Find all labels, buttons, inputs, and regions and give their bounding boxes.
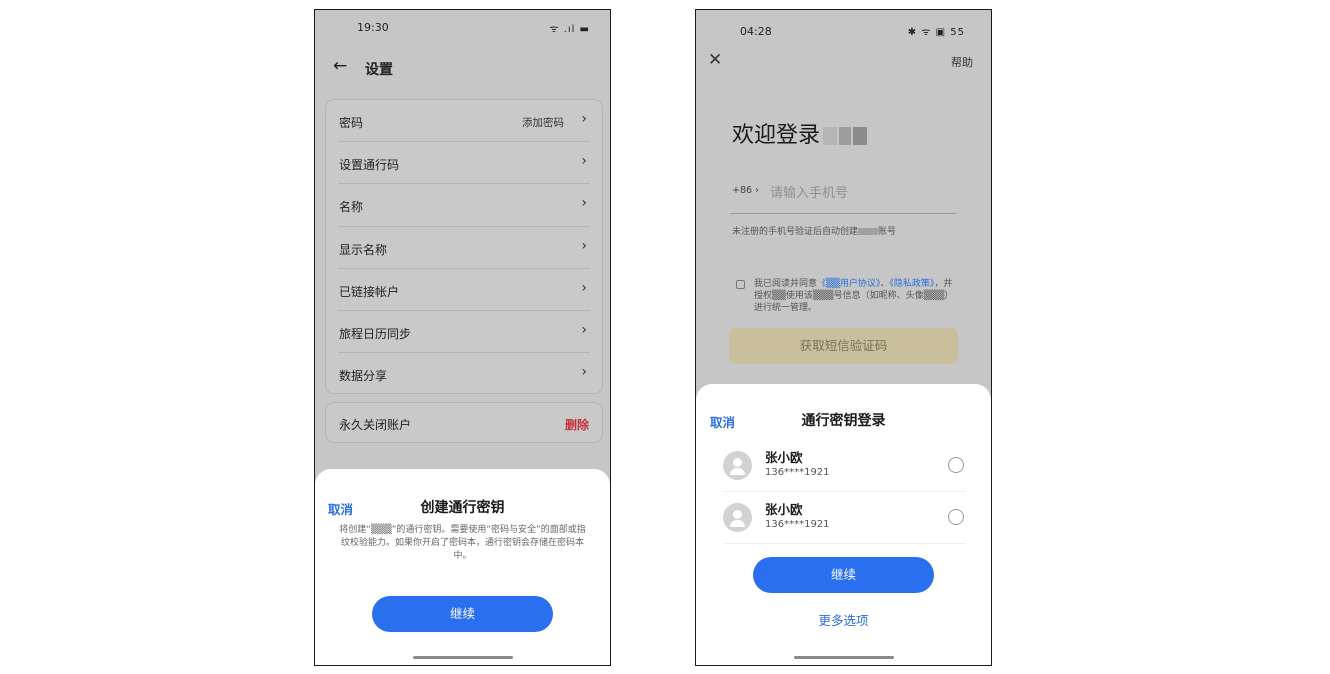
settings-row-label: 密码 — [339, 116, 364, 130]
settings-row-label: 名称 — [339, 200, 364, 215]
more-options-link[interactable]: 更多选项 — [696, 610, 991, 629]
right-phone-screen: 04:28 ✱ ᯤ ▣ 55 ✕ 帮助 欢迎登录 +86 › 请输入手机号 未注… — [695, 9, 992, 666]
account-name: 张小欧 — [765, 502, 803, 517]
redacted-block — [823, 127, 838, 145]
close-icon[interactable]: ✕ — [708, 50, 722, 70]
agreement-checkbox[interactable] — [736, 280, 745, 289]
status-icons: ᯤ .ıl ▬ — [549, 24, 590, 35]
chevron-right-icon: › — [581, 279, 587, 296]
settings-row-name[interactable]: 名称 › — [338, 184, 590, 227]
settings-row-label: 设置通行码 — [339, 158, 400, 173]
help-link[interactable]: 帮助 — [951, 54, 973, 70]
settings-row-label: 已链接帐户 — [339, 284, 400, 299]
get-sms-code-button[interactable]: 获取短信验证码 — [729, 328, 958, 364]
continue-button[interactable]: 继续 — [753, 557, 934, 593]
status-bar: 04:28 ✱ ᯤ ▣ 55 — [696, 10, 991, 44]
avatar-icon — [723, 451, 752, 480]
agreement-plain-text: 我已阅读并同意 — [754, 279, 818, 289]
back-arrow-icon[interactable]: ← — [333, 56, 347, 76]
radio-button[interactable] — [948, 457, 964, 473]
account-option[interactable]: 张小欧 136****1921 — [723, 440, 966, 492]
redacted-block — [858, 228, 879, 235]
account-phone: 136****1921 — [765, 519, 830, 530]
welcome-text: 欢迎登录 — [732, 123, 821, 148]
status-icons: ✱ ᯤ ▣ 55 — [907, 27, 965, 38]
page-title: 设置 — [365, 62, 393, 78]
chevron-right-icon: › — [581, 153, 587, 170]
continue-button[interactable]: 继续 — [372, 596, 553, 632]
close-account-label: 永久关闭账户 — [339, 418, 412, 432]
settings-row-label: 显示名称 — [339, 242, 388, 257]
status-time: 04:28 — [740, 25, 772, 38]
avatar-icon — [723, 503, 752, 532]
settings-row-label: 旅程日历同步 — [339, 326, 412, 341]
phone-input[interactable]: 请输入手机号 — [770, 182, 848, 201]
hint-text: 未注册的手机号验证后自动创建 — [732, 227, 859, 237]
settings-row-passcode[interactable]: 设置通行码 › — [338, 142, 590, 185]
country-code-selector[interactable]: +86 › — [732, 185, 759, 196]
user-agreement-link[interactable]: 《▒▒用户协议》 — [817, 279, 880, 289]
privacy-policy-link[interactable]: 《隐私政策》 — [889, 279, 934, 289]
sheet-title: 创建通行密钥 — [420, 500, 505, 516]
redacted-block — [853, 127, 868, 145]
redacted-block — [839, 127, 852, 145]
chevron-right-icon: › — [581, 364, 587, 381]
left-phone-screen: 19:30 ᯤ .ıl ▬ ← 设置 密码 添加密码 › 设置通行码 › 名称 … — [314, 9, 611, 666]
settings-row-calendar-sync[interactable]: 旅程日历同步 › — [338, 311, 590, 354]
chevron-right-icon: › — [581, 321, 587, 338]
sheet-description: 将创建“▒▒▒”的通行密钥。需要使用“密码与安全”的面部或指纹校验能力。如果你开… — [339, 525, 586, 561]
home-indicator — [793, 656, 894, 659]
settings-row-value: 添加密码 — [522, 117, 564, 129]
hint-text: 账号 — [878, 227, 897, 237]
settings-row-label: 数据分享 — [339, 369, 388, 384]
settings-row-password[interactable]: 密码 添加密码 › — [338, 100, 590, 143]
welcome-title: 欢迎登录 — [732, 117, 868, 149]
status-time: 19:30 — [357, 21, 389, 34]
chevron-right-icon: › — [581, 111, 587, 127]
chevron-right-icon: › — [581, 237, 587, 254]
settings-row-linked-accounts[interactable]: 已链接帐户 › — [338, 269, 590, 311]
home-indicator — [412, 656, 513, 659]
settings-row-data-sharing[interactable]: 数据分享 › — [338, 353, 590, 395]
input-underline — [730, 213, 956, 214]
create-passkey-sheet: 取消 创建通行密钥 将创建“▒▒▒”的通行密钥。需要使用“密码与安全”的面部或指… — [315, 469, 610, 665]
account-phone: 136****1921 — [765, 467, 830, 478]
sheet-title: 通行密钥登录 — [801, 413, 886, 429]
agreement-text: 我已阅读并同意《▒▒用户协议》、《隐私政策》，并授权▒▒使用该▒▒▒号信息（如昵… — [754, 278, 959, 314]
chevron-right-icon: › — [581, 195, 587, 212]
radio-button[interactable] — [948, 509, 964, 525]
register-hint: 未注册的手机号验证后自动创建 账号 — [732, 224, 896, 237]
account-option[interactable]: 张小欧 136****1921 — [723, 492, 966, 544]
close-account-row: 永久关闭账户 删除 — [325, 402, 603, 443]
delete-account-button[interactable]: 删除 — [565, 416, 589, 433]
account-name: 张小欧 — [765, 450, 803, 465]
status-bar: 19:30 ᯤ .ıl ▬ — [315, 10, 610, 44]
passkey-login-sheet: 取消 通行密钥登录 张小欧 136****1921 张小欧 136****192… — [696, 384, 991, 665]
settings-list: 密码 添加密码 › 设置通行码 › 名称 › 显示名称 › 已链接帐户 › 旅程… — [325, 99, 603, 394]
settings-row-display-name[interactable]: 显示名称 › — [338, 227, 590, 269]
